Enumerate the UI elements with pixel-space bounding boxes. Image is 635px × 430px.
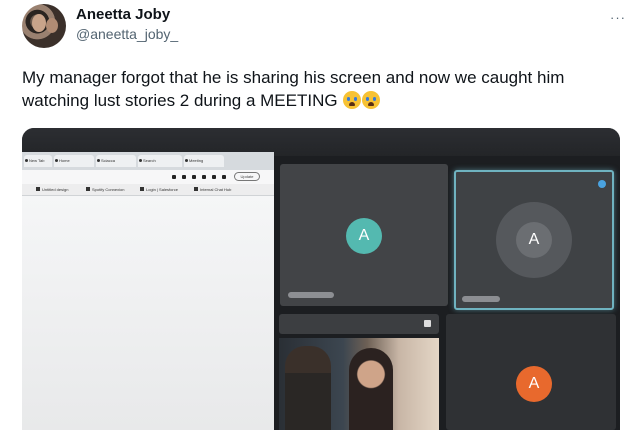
video-tile-header	[279, 314, 439, 334]
browser-tab: Meeting	[184, 155, 224, 167]
extension-icon	[192, 175, 196, 179]
extension-icon	[182, 175, 186, 179]
tweet-text: My manager forgot that he is sharing his…	[22, 66, 622, 112]
extension-icon	[172, 175, 176, 179]
bookmark-item: Login | Salesforce	[140, 187, 178, 192]
avatar[interactable]	[22, 4, 66, 48]
active-speaker-tile: A	[454, 170, 614, 310]
browser-tab: Home	[54, 155, 94, 167]
speaking-indicator-icon	[598, 180, 606, 188]
browser-update-button: Update	[234, 172, 260, 181]
shared-screen-browser: New Tab Home Sciacca Search Meeting Upda…	[22, 152, 274, 430]
participant-initial: A	[516, 366, 552, 402]
browser-toolbar: Update	[22, 170, 274, 184]
avatar-face-2	[46, 18, 58, 33]
bookmark-item: Untitled design	[36, 187, 68, 192]
shared-page-content	[22, 196, 274, 430]
extension-icon	[212, 175, 216, 179]
video-person-silhouette	[349, 348, 393, 430]
browser-tab: Search	[138, 155, 182, 167]
participant-initial: A	[516, 222, 552, 258]
loudly-crying-emoji-icon	[343, 91, 362, 109]
bookmark-item: Internal Chat Hub	[194, 187, 231, 192]
shared-video-frame	[279, 338, 439, 430]
participant-tile: A	[446, 314, 616, 430]
browser-tab-strip: New Tab Home Sciacca Search Meeting	[22, 152, 274, 170]
more-options-icon[interactable]: ···	[610, 10, 626, 25]
author-handle[interactable]: @aneetta_joby_	[76, 26, 178, 42]
tweet-text-body: My manager forgot that he is sharing his…	[22, 68, 565, 110]
tweet-header: Aneetta Joby @aneetta_joby_ ···	[14, 4, 626, 48]
extension-icon	[222, 175, 226, 179]
bookmark-item: Spotify Connexion	[86, 187, 124, 192]
browser-tab: Sciacca	[96, 155, 136, 167]
participant-name-blurred	[288, 292, 334, 298]
tweet-photo[interactable]: New Tab Home Sciacca Search Meeting Upda…	[22, 128, 620, 430]
participant-tile: A	[280, 164, 448, 306]
participant-name-blurred	[462, 296, 500, 302]
bookmarks-bar: Untitled design Spotify Connexion Login …	[22, 184, 274, 196]
video-person-silhouette	[285, 346, 331, 430]
extension-icon	[202, 175, 206, 179]
loudly-crying-emoji-icon	[362, 91, 381, 109]
browser-tab: New Tab	[24, 155, 52, 167]
author-name[interactable]: Aneetta Joby	[76, 6, 170, 23]
pin-icon	[424, 320, 431, 327]
participant-initial: A	[346, 218, 382, 254]
avatar-face	[32, 14, 46, 32]
